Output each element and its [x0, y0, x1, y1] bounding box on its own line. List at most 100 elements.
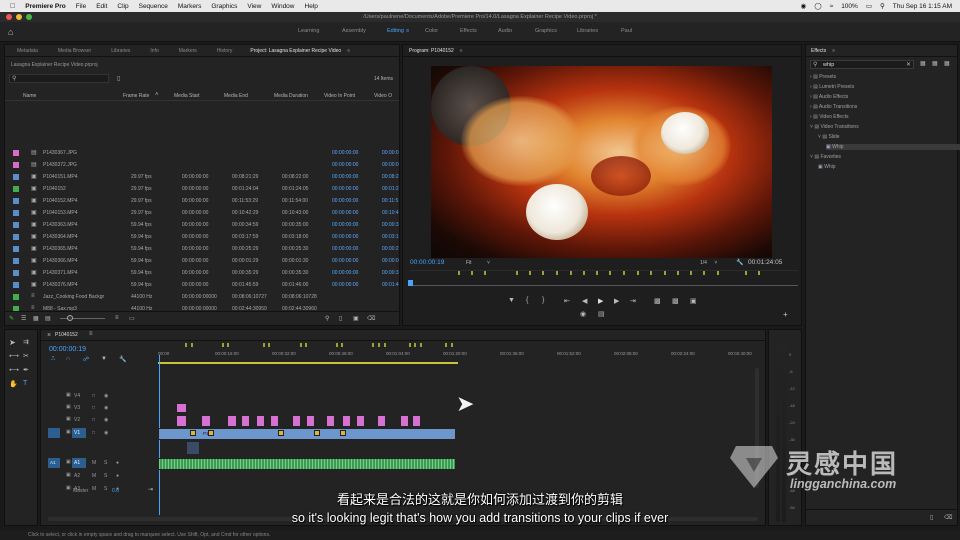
project-row[interactable]: P1040152 29.97 fps 00:00:00:00 00:01:24:04 0…	[13, 183, 399, 195]
effects-search-input[interactable]: ⚲ whip ✕	[810, 60, 914, 69]
label-color-swatch[interactable]	[13, 210, 19, 216]
mark-out-icon[interactable]: }	[542, 297, 544, 304]
project-row[interactable]: P1430376.MP4 59.94 fps 00:00:00:00 00:01:45…	[13, 279, 399, 291]
timeline-marker[interactable]	[384, 343, 386, 347]
effects-tree-item[interactable]: ˅ ▤ Video Transitions	[810, 124, 859, 130]
solo-icon[interactable]: S	[104, 473, 107, 479]
timeline-marker[interactable]	[372, 343, 374, 347]
effects-tree-item[interactable]: › ▤ Audio Effects	[810, 94, 848, 100]
razor-tool-icon[interactable]: ✂	[23, 352, 29, 360]
button-editor-icon[interactable]: +	[783, 310, 788, 319]
source-patch[interactable]	[48, 428, 60, 438]
nest-icon[interactable]: ⎍	[51, 356, 55, 363]
v2-image-clip[interactable]	[356, 415, 365, 427]
col-media-end[interactable]: Media End	[224, 93, 248, 99]
track-label[interactable]: V3	[72, 403, 86, 413]
toggle-output-icon[interactable]: ◉	[104, 430, 108, 436]
label-color-swatch[interactable]	[13, 150, 19, 156]
find-icon[interactable]: ⚲	[325, 315, 329, 322]
menu-help[interactable]: Help	[305, 3, 318, 10]
timeline-marker[interactable]	[409, 343, 411, 347]
menu-window[interactable]: Window	[271, 3, 294, 10]
program-marker[interactable]	[542, 271, 544, 275]
playhead[interactable]	[408, 280, 413, 286]
program-marker[interactable]	[703, 271, 705, 275]
sort-icons-icon[interactable]: ≡	[115, 315, 119, 321]
menu-view[interactable]: View	[247, 3, 261, 10]
yuv-effects-icon[interactable]: ▦	[944, 60, 950, 67]
new-bin-icon[interactable]: ▯	[339, 315, 342, 322]
project-row[interactable]: P1430366.MP4 59.94 fps 00:00:00:00 00:00:01…	[13, 255, 399, 267]
lock-track-icon[interactable]: ▣	[66, 404, 71, 410]
toggle-output-icon[interactable]: ◉	[104, 417, 108, 423]
32bit-effects-icon[interactable]: ▦	[932, 60, 938, 67]
effects-tree-item[interactable]: ▣ Whip	[818, 164, 836, 170]
lock-track-icon[interactable]: ▣	[66, 429, 71, 435]
timeline-timecode[interactable]: 00:00:00:19	[49, 346, 86, 353]
program-marker[interactable]	[637, 271, 639, 275]
v2-image-clip[interactable]	[342, 415, 351, 427]
v2-image-clip[interactable]	[377, 415, 386, 427]
sync-lock-icon[interactable]: □	[92, 430, 95, 436]
timeline-marker[interactable]	[414, 343, 416, 347]
timeline-marker[interactable]	[336, 343, 338, 347]
solo-icon[interactable]: S	[104, 460, 107, 466]
panel-menu-icon[interactable]: ≡	[347, 48, 350, 54]
tab-info[interactable]: Info	[150, 48, 158, 54]
col-media-start[interactable]: Media Start	[174, 93, 200, 99]
workspace-audio[interactable]: Audio	[498, 28, 512, 34]
track-select-tool-icon[interactable]: ⇉	[23, 338, 29, 346]
workspace-learning[interactable]: Learning	[298, 28, 319, 34]
program-marker[interactable]	[609, 271, 611, 275]
v2-image-clip[interactable]	[400, 415, 409, 427]
workspace-menu-icon[interactable]: ≡	[406, 28, 409, 34]
effects-tree-item[interactable]: ˅ ▤ Slide	[818, 134, 840, 140]
effects-tree-item[interactable]: › ▤ Lumetri Presets	[810, 84, 854, 90]
col-name[interactable]: Name	[23, 93, 36, 99]
label-color-swatch[interactable]	[13, 186, 19, 192]
tab-history[interactable]: History	[217, 48, 233, 54]
icon-view-icon[interactable]: ▦	[33, 315, 39, 322]
search-icon[interactable]: ⚲	[880, 2, 885, 10]
automate-icon[interactable]: ▭	[129, 315, 135, 322]
project-row[interactable]: P1430365.MP4 59.94 fps 00:00:00:00 00:00:25…	[13, 243, 399, 255]
source-patch[interactable]	[48, 471, 60, 481]
snap-icon[interactable]: ∩	[66, 356, 70, 362]
panel-menu-icon[interactable]: ≡	[832, 48, 835, 54]
slip-tool-icon[interactable]: ⟷	[9, 366, 19, 374]
toggle-output-icon[interactable]: ◉	[104, 393, 108, 399]
menu-graphics[interactable]: Graphics	[211, 3, 237, 10]
project-search-input[interactable]: ⚲	[9, 74, 109, 83]
lock-track-icon[interactable]: ▣	[66, 416, 71, 422]
program-marker[interactable]	[556, 271, 558, 275]
v2-image-clip[interactable]	[176, 415, 187, 427]
tab-sequence[interactable]: P1040152	[55, 332, 78, 338]
project-row[interactable]: P1430367.JPG 00:00:00:00 00:00:0 ▤	[13, 147, 399, 159]
lock-track-icon[interactable]: ▣	[66, 459, 71, 465]
project-row[interactable]: P1430364.MP4 59.94 fps 00:00:00:00 00:03:17…	[13, 231, 399, 243]
label-color-swatch[interactable]	[13, 174, 19, 180]
menu-sequence[interactable]: Sequence	[139, 3, 168, 10]
source-patch[interactable]	[48, 391, 60, 401]
fx-badge[interactable]	[278, 430, 284, 436]
program-marker[interactable]	[484, 271, 486, 275]
track-label[interactable]: A1	[72, 458, 86, 468]
timeline-marker[interactable]	[451, 343, 453, 347]
add-marker-icon[interactable]: ▼	[508, 297, 515, 304]
program-marker[interactable]	[717, 271, 719, 275]
workspace-effects[interactable]: Effects	[460, 28, 477, 34]
battery-icon[interactable]: ▭	[866, 2, 872, 10]
menu-app-name[interactable]: Premiere Pro	[25, 3, 65, 10]
label-color-swatch[interactable]	[13, 270, 19, 276]
label-color-swatch[interactable]	[13, 234, 19, 240]
lock-track-icon[interactable]: ▣	[66, 472, 71, 478]
source-patch[interactable]	[48, 403, 60, 413]
program-marker[interactable]	[583, 271, 585, 275]
panel-menu-icon[interactable]: ≡	[460, 48, 463, 54]
program-marker[interactable]	[677, 271, 679, 275]
v1-video-clip[interactable]: P104	[158, 428, 456, 440]
timeline-marker[interactable]	[445, 343, 447, 347]
go-to-out-icon[interactable]: ⇥	[630, 297, 636, 305]
program-marker[interactable]	[529, 271, 531, 275]
fx-badge[interactable]	[208, 430, 214, 436]
